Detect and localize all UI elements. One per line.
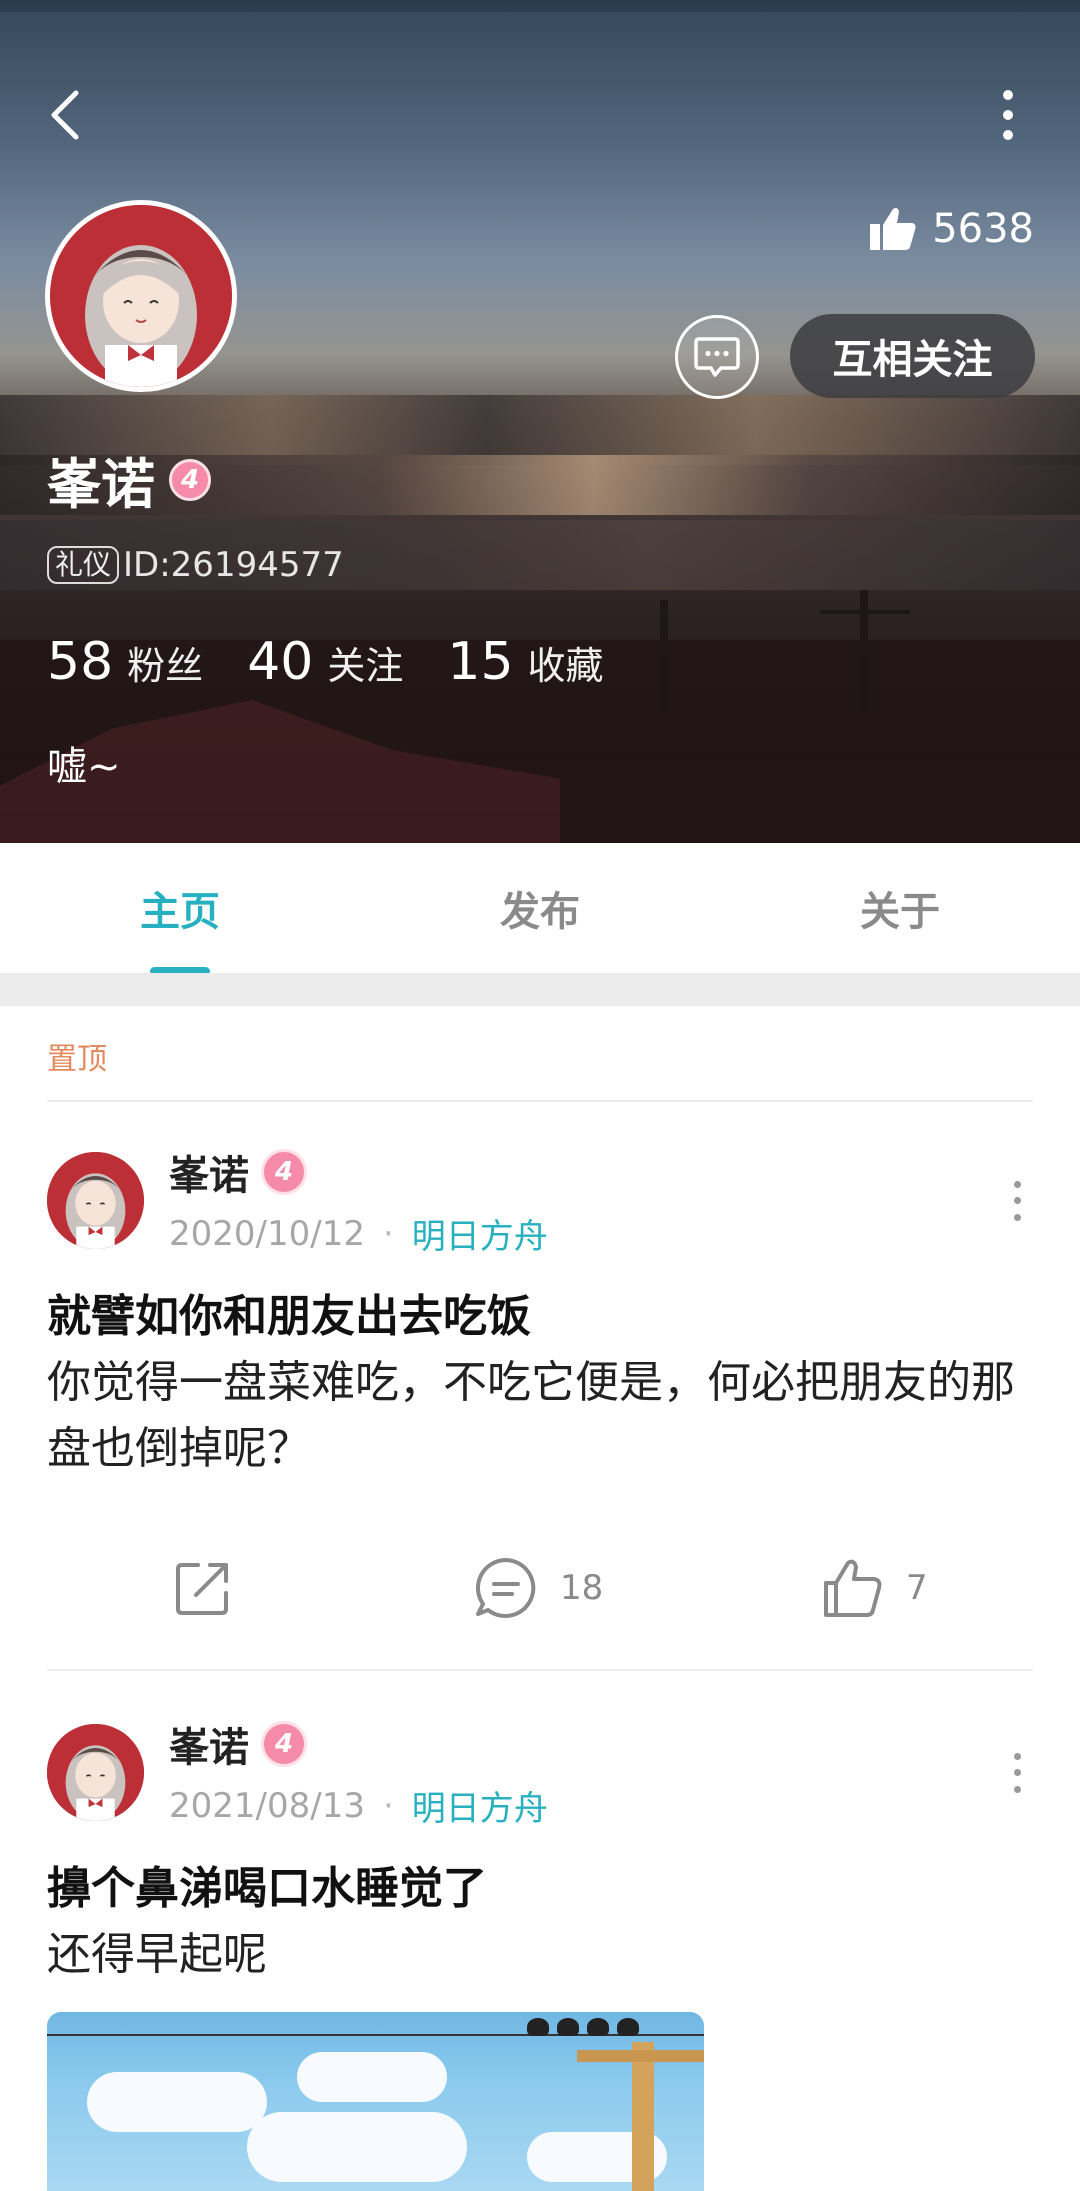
- follow-button[interactable]: 互相关注: [790, 314, 1035, 398]
- profile-id-row: 礼仪 ID:26194577: [47, 545, 344, 585]
- separator-dot: ·: [382, 1785, 394, 1826]
- post-date: 2021/08/13: [169, 1785, 365, 1826]
- post-body[interactable]: 你觉得一盘菜难吃，不吃它便是，何必把朋友的那盘也倒掉呢？: [47, 1350, 1037, 1482]
- comment-count: 18: [560, 1568, 604, 1608]
- utility-pole: [632, 2042, 654, 2191]
- back-arrow-icon: [51, 90, 79, 140]
- avatar[interactable]: [47, 1152, 144, 1249]
- comment-icon: [475, 1558, 536, 1618]
- stat-following[interactable]: 40 关注: [247, 632, 403, 692]
- post-channel[interactable]: 明日方舟: [412, 1209, 548, 1258]
- avatar-image: [47, 1152, 144, 1249]
- separator-dot: ·: [382, 1213, 394, 1254]
- image-cloud: [87, 2072, 267, 2132]
- post-title[interactable]: 擤个鼻涕喝口水睡觉了: [47, 1852, 487, 1916]
- stat-favorites[interactable]: 15 收藏: [447, 632, 603, 692]
- share-button[interactable]: [172, 1557, 234, 1619]
- like-icon: [824, 1559, 882, 1617]
- bird: [557, 2018, 579, 2036]
- profile-likes: 5638: [868, 204, 1034, 254]
- profile-username: 峯诺: [47, 453, 155, 516]
- section-separator: [0, 973, 1080, 1006]
- stat-followers[interactable]: 58 粉丝: [47, 632, 203, 692]
- bird: [587, 2018, 609, 2036]
- message-icon: [694, 337, 740, 377]
- post-more-button[interactable]: [1007, 1752, 1027, 1793]
- post-header: 峯诺 4 2020/10/12 · 明日方舟: [47, 1143, 1037, 1258]
- more-vertical-icon: [1003, 90, 1013, 100]
- level-badge: 4: [261, 1149, 307, 1195]
- status-bar: [0, 0, 1080, 12]
- more-options-button[interactable]: [996, 90, 1020, 140]
- image-cloud: [247, 2112, 467, 2182]
- profile-stats: 58 粉丝 40 关注 15 收藏: [47, 632, 648, 692]
- avatar-image: [47, 1724, 144, 1821]
- message-button[interactable]: [675, 315, 759, 399]
- thumbs-up-icon: [870, 208, 916, 250]
- profile-tabs: 主页 发布 关于: [0, 843, 1080, 973]
- level-badge: 4: [261, 1721, 307, 1767]
- profile-name-row: 峯诺 4: [47, 440, 211, 519]
- profile-avatar[interactable]: [45, 200, 237, 392]
- comment-button[interactable]: 18: [474, 1556, 603, 1620]
- level-badge: 4: [169, 458, 211, 501]
- post-author[interactable]: 峯诺: [169, 1143, 249, 1201]
- stat-label: 收藏: [527, 644, 604, 688]
- tab-home[interactable]: 主页: [0, 843, 360, 973]
- like-button[interactable]: 7: [822, 1557, 928, 1619]
- post-channel[interactable]: 明日方舟: [412, 1781, 548, 1830]
- stat-label: 粉丝: [127, 644, 204, 688]
- post-image[interactable]: [47, 2012, 704, 2191]
- profile-banner: [0, 0, 1080, 843]
- share-icon: [176, 1563, 228, 1615]
- tab-about[interactable]: 关于: [720, 843, 1080, 973]
- divider: [47, 1100, 1033, 1102]
- likes-count: 5638: [932, 206, 1034, 252]
- post-title[interactable]: 就譬如你和朋友出去吃饭: [47, 1280, 531, 1344]
- post-header: 峯诺 4 2021/08/13 · 明日方舟: [47, 1715, 1037, 1830]
- bird: [617, 2018, 639, 2036]
- id-tag: 礼仪: [47, 546, 120, 584]
- post-meta: 峯诺 4 2020/10/12 · 明日方舟: [169, 1143, 548, 1258]
- post-more-button[interactable]: [1007, 1180, 1027, 1221]
- avatar[interactable]: [47, 1724, 144, 1821]
- stat-number: 40: [247, 632, 314, 692]
- post-date: 2020/10/12: [169, 1213, 365, 1254]
- avatar-image: [50, 205, 232, 387]
- profile-id: ID:26194577: [123, 545, 344, 585]
- post-body[interactable]: 还得早起呢: [47, 1922, 1037, 1988]
- stat-label: 关注: [327, 644, 404, 688]
- back-button[interactable]: [40, 85, 90, 145]
- bird: [527, 2018, 549, 2036]
- like-count: 7: [906, 1568, 928, 1608]
- profile-bio: 嘘~: [47, 744, 121, 790]
- stat-number: 58: [47, 632, 114, 692]
- divider: [47, 1669, 1033, 1671]
- tab-posts[interactable]: 发布: [360, 843, 720, 973]
- post-actions: 18 7: [0, 1548, 1080, 1628]
- image-cloud: [297, 2052, 447, 2102]
- stat-number: 15: [447, 632, 514, 692]
- post-author[interactable]: 峯诺: [169, 1715, 249, 1773]
- post-meta: 峯诺 4 2021/08/13 · 明日方舟: [169, 1715, 548, 1830]
- pinned-label: 置顶: [47, 1042, 107, 1077]
- more-vertical-icon: [1013, 1752, 1021, 1760]
- more-vertical-icon: [1013, 1180, 1021, 1188]
